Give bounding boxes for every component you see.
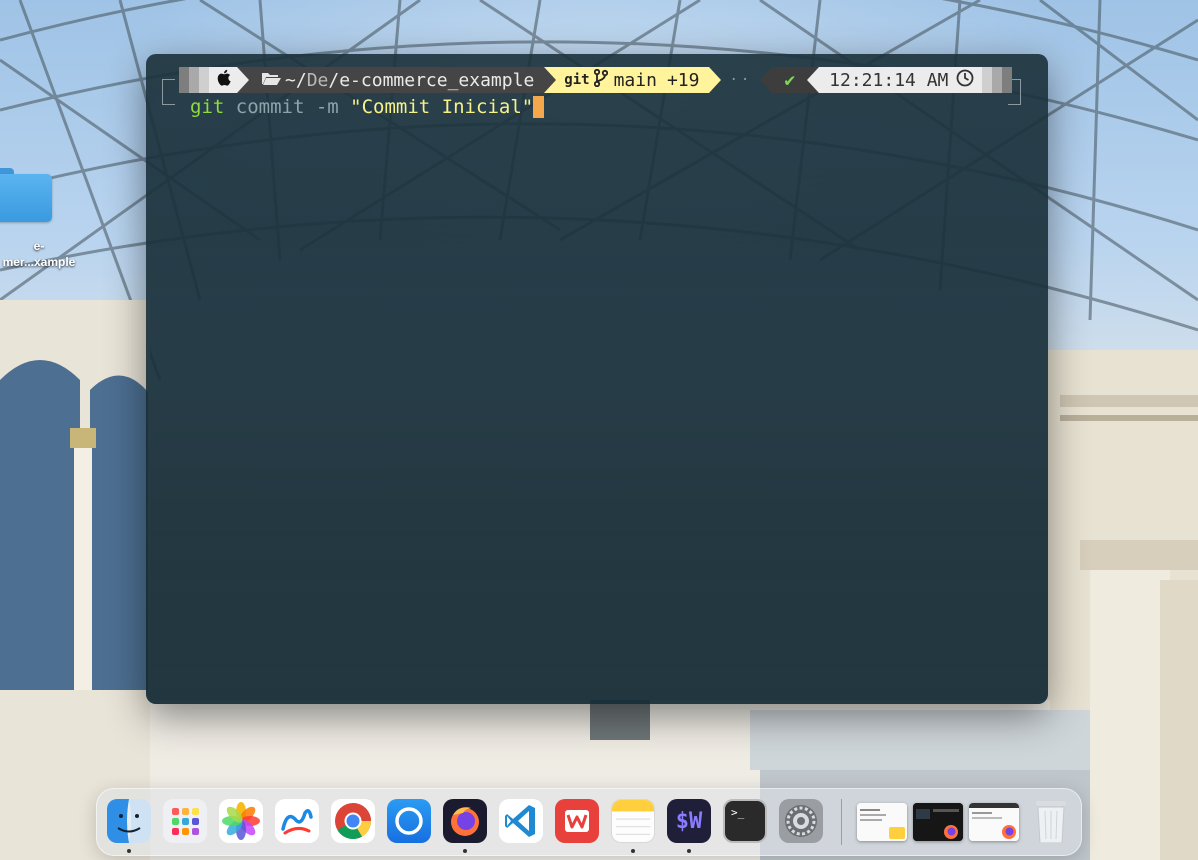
prompt-time: 12:21:14 AM <box>829 69 949 91</box>
chat-icon <box>395 807 423 835</box>
dock-app-launchpad[interactable] <box>163 799 207 843</box>
dock-app-chrome[interactable] <box>331 799 375 843</box>
clock-icon <box>956 69 974 92</box>
command-program: git <box>190 96 225 118</box>
running-indicator <box>463 849 467 853</box>
prompt-status-segment: ✔ <box>772 67 808 93</box>
folder-open-icon <box>261 70 281 91</box>
dock-app-system-settings[interactable] <box>779 799 823 843</box>
firefox-window-thumbnail-1[interactable] <box>913 803 963 841</box>
dock-app-messenger[interactable] <box>387 799 431 843</box>
launchpad-icon <box>172 808 199 835</box>
dock-app-freeform[interactable] <box>275 799 319 843</box>
path-prefix: ~/ <box>285 69 307 91</box>
dock-trash[interactable] <box>1029 799 1073 843</box>
terminal-window[interactable]: ~/De / e-commerce_example git main +19 ·· … <box>146 54 1048 704</box>
folder-icon <box>0 164 52 222</box>
powerline-prompt: ~/De / e-commerce_example git main +19 ·· … <box>179 67 1013 93</box>
git-branch-name: main <box>613 69 657 91</box>
prompt-path-segment: ~/De / e-commerce_example <box>249 67 545 93</box>
firefox-window-thumbnail-2[interactable] <box>969 803 1019 841</box>
prompt-fade-left <box>179 67 209 93</box>
warp-icon: $W <box>675 808 703 834</box>
path-abbrev: De <box>306 69 329 91</box>
text-cursor <box>533 96 545 118</box>
prompt-separator <box>760 67 773 93</box>
photos-icon <box>222 802 260 840</box>
dock: $W >_ <box>96 788 1082 856</box>
prompt-frame-left <box>162 79 175 105</box>
notes-window-thumbnail[interactable] <box>857 803 907 841</box>
chrome-icon <box>335 803 371 840</box>
desktop-folder[interactable]: e- mer...xample <box>0 164 84 270</box>
desktop-folder-label: e- mer...xample <box>2 239 76 269</box>
finder-icon <box>107 799 151 843</box>
prompt-separator <box>544 67 557 93</box>
prompt-fade-right <box>982 67 1013 93</box>
dock-app-notes[interactable] <box>611 799 655 843</box>
path-separator: / <box>328 69 340 91</box>
prompt-filler-dots: ·· <box>729 72 753 88</box>
command-args: commit -m <box>224 96 351 118</box>
dock-app-firefox[interactable] <box>443 799 487 843</box>
terminal-icon: >_ <box>731 806 745 819</box>
window-thumbnail-image <box>913 803 963 841</box>
prompt-git-segment: git main +19 <box>556 67 710 93</box>
wps-icon <box>565 810 589 832</box>
command-input-line[interactable]: git commit -m "Commit Inicial" <box>190 95 545 119</box>
dock-app-wps[interactable] <box>555 799 599 843</box>
prompt-separator <box>807 67 820 93</box>
command-message: "Commit Inicial" <box>350 96 534 118</box>
settings-icon <box>785 805 817 837</box>
path-current: e-commerce_example <box>339 69 535 91</box>
dock-app-terminal[interactable]: >_ <box>723 799 767 843</box>
git-ahead-count: +19 <box>666 69 700 91</box>
vscode-icon <box>505 805 535 837</box>
firefox-icon <box>451 807 479 836</box>
git-branch-icon <box>593 68 608 92</box>
trash-icon <box>1036 801 1066 843</box>
dock-app-vscode[interactable] <box>499 799 543 843</box>
running-indicator <box>687 849 691 853</box>
window-thumbnail-image <box>969 803 1019 841</box>
terminal-background <box>146 54 1048 704</box>
window-thumbnail-image <box>857 803 907 841</box>
prompt-time-segment: 12:21:14 AM <box>819 67 983 93</box>
dock-app-finder[interactable] <box>107 799 151 843</box>
notes-icon <box>612 800 654 835</box>
dock-separator <box>841 799 842 845</box>
freeform-icon <box>281 809 313 835</box>
git-label: git <box>564 72 590 88</box>
prompt-separator <box>237 67 249 93</box>
dock-app-warp[interactable]: $W <box>667 799 711 843</box>
running-indicator <box>127 849 131 853</box>
prompt-separator <box>709 67 722 93</box>
dock-app-photos[interactable] <box>219 799 263 843</box>
prompt-os-segment <box>209 67 237 93</box>
apple-icon <box>217 69 231 91</box>
running-indicator <box>631 849 635 853</box>
status-check-icon: ✔ <box>784 69 796 91</box>
